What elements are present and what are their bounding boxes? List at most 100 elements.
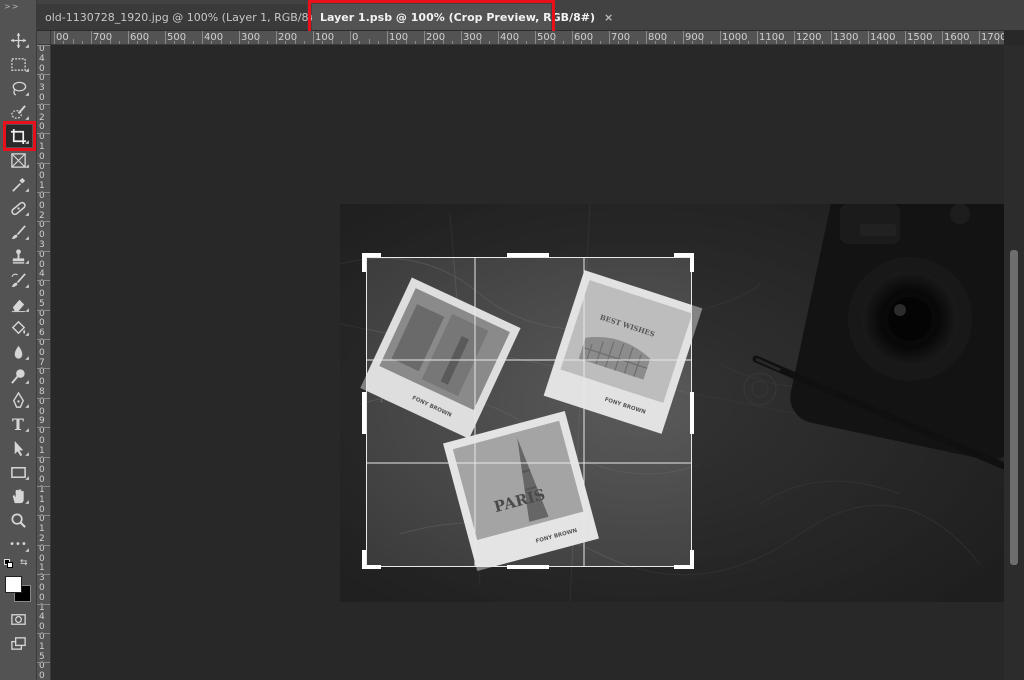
ruler-label: 3	[39, 573, 45, 584]
ruler-tick	[37, 192, 50, 193]
ruler-label: 5	[39, 651, 45, 662]
crop-handle-top-right[interactable]	[690, 253, 694, 272]
brush-icon[interactable]	[4, 221, 32, 243]
tab-label: old-1130728_1920.jpg @ 100% (Layer 1, RG…	[45, 10, 332, 24]
ruler-tick	[720, 31, 721, 44]
ruler-tick	[37, 456, 50, 458]
ruler-label: 0	[39, 455, 45, 466]
crop-handle-bottom-right[interactable]	[690, 550, 694, 569]
horizontal-ruler[interactable]: 00 700 600 500 400 300 200 100 0 100 200 300 400 500 6…	[51, 31, 1004, 45]
ruler-tick	[831, 31, 832, 44]
ruler-label: 1400	[870, 32, 896, 43]
ruler-label: 0	[39, 475, 45, 486]
clone-stamp-icon[interactable]	[4, 245, 32, 267]
ruler-label: 0	[39, 249, 45, 260]
ruler-tick	[54, 31, 55, 44]
ruler-tick	[37, 633, 50, 634]
quick-mask-icon[interactable]	[4, 608, 32, 630]
ruler-label: 0	[39, 504, 45, 515]
history-brush-icon[interactable]	[4, 269, 32, 291]
ruler-tick	[461, 31, 462, 44]
default-colors-icon[interactable]	[4, 559, 14, 569]
tab-close-icon[interactable]: ×	[604, 11, 613, 24]
ruler-label: 0	[39, 661, 45, 672]
pen-icon[interactable]	[4, 389, 32, 411]
dodge-icon[interactable]	[4, 365, 32, 387]
ruler-label: 5	[39, 298, 45, 309]
lasso-icon[interactable]	[4, 77, 32, 99]
crop-handle-right[interactable]	[690, 392, 694, 434]
ruler-tick	[276, 31, 277, 44]
ruler-label: 0	[39, 93, 45, 103]
ruler-label: 2	[39, 534, 45, 544]
crop-handle-left[interactable]	[362, 392, 366, 434]
quick-selection-icon[interactable]	[4, 101, 32, 123]
ruler-label: 3	[39, 240, 45, 250]
ruler-tick	[350, 31, 351, 44]
hand-tool-icon[interactable]	[4, 485, 32, 507]
ruler-label: 0	[39, 671, 45, 680]
ruler-label: 0	[39, 102, 45, 113]
ruler-label: 3	[39, 83, 45, 94]
paint-bucket-icon[interactable]	[4, 317, 32, 339]
ruler-label: 0	[39, 45, 45, 54]
ruler-label: 1	[39, 563, 45, 574]
frame-tool-icon[interactable]	[4, 149, 32, 171]
ruler-tick	[498, 31, 499, 44]
ruler-label: 1	[39, 142, 45, 152]
type-tool-icon[interactable]: T	[4, 413, 32, 435]
ruler-label: 0	[352, 32, 359, 43]
ruler-label: 0	[39, 436, 45, 446]
ruler-tick	[37, 103, 50, 105]
blur-icon[interactable]	[4, 341, 32, 363]
ruler-label: 0	[39, 151, 45, 162]
ruler-label: 0	[39, 73, 45, 84]
zoom-tool-icon[interactable]	[4, 509, 32, 531]
vertical-scrollbar[interactable]	[1004, 45, 1024, 680]
document-image: Malice FONY BROWN	[340, 204, 1004, 602]
ruler-tick	[683, 31, 684, 44]
type-tool-glyph: T	[12, 414, 24, 434]
ruler-label: 0	[39, 318, 45, 329]
ruler-label: 1	[39, 602, 45, 613]
ruler-label: 0	[39, 465, 45, 476]
ruler-label: 1	[39, 494, 45, 505]
swap-colors-icon[interactable]: ⇆	[20, 558, 28, 568]
ruler-tick	[37, 339, 50, 340]
ruler-label: 1500	[907, 32, 933, 43]
crop-handle-top-left[interactable]	[362, 253, 366, 272]
ruler-label: 0	[39, 171, 45, 182]
more-tools-icon[interactable]: •••	[4, 533, 32, 555]
ruler-label: 6	[39, 328, 45, 339]
ruler-label: 1200	[796, 32, 822, 43]
foreground-color-swatch[interactable]	[5, 576, 22, 593]
ruler-tick	[37, 574, 50, 576]
eraser-icon[interactable]	[4, 293, 32, 315]
rectangle-tool-icon[interactable]	[4, 461, 32, 483]
ruler-label: 7	[39, 357, 45, 368]
active-tab-highlight	[308, 0, 555, 35]
ruler-tick	[37, 280, 50, 282]
panel-grip[interactable]: >>	[4, 2, 19, 11]
crop-handle-bottom[interactable]	[507, 565, 549, 569]
ruler-label: 0	[39, 367, 45, 378]
tab-old-jpg[interactable]: old-1130728_1920.jpg @ 100% (Layer 1, RG…	[37, 4, 349, 30]
ruler-tick	[202, 31, 203, 44]
eyedropper-icon[interactable]	[4, 173, 32, 195]
ruler-label: 0	[39, 259, 45, 270]
crop-handle-top[interactable]	[507, 253, 549, 257]
move-tool-icon[interactable]	[4, 29, 32, 51]
ruler-origin[interactable]	[37, 31, 51, 45]
screen-mode-icon[interactable]	[4, 632, 32, 654]
ruler-tick	[646, 31, 647, 44]
vertical-ruler[interactable]: 0400300200100010020030040050060070080090…	[37, 45, 51, 680]
healing-brush-icon[interactable]	[4, 197, 32, 219]
path-selection-icon[interactable]	[4, 437, 32, 459]
rectangular-marquee-icon[interactable]	[4, 53, 32, 75]
canvas-workspace[interactable]: Malice FONY BROWN	[51, 45, 1004, 680]
ruler-label: 4	[39, 269, 45, 280]
scrollbar-thumb[interactable]	[1010, 250, 1018, 565]
ruler-label: 0	[39, 220, 45, 231]
crop-handle-bottom-left[interactable]	[362, 550, 366, 569]
ruler-label: 0	[39, 230, 45, 241]
